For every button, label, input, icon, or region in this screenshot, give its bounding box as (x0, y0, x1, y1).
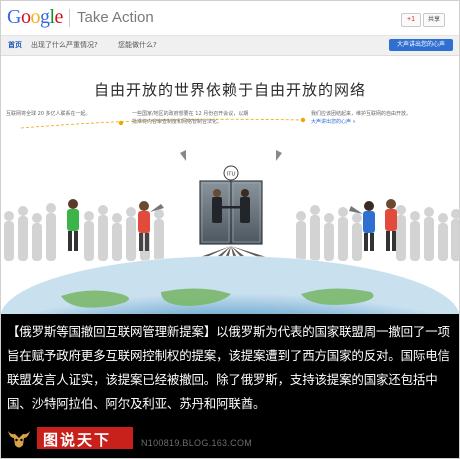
bull-head-icon (8, 431, 30, 448)
timeline-dot (300, 117, 306, 123)
itu-badge-label: ITU (227, 172, 236, 178)
share-button[interactable]: 共享 (423, 13, 445, 27)
hero-title: 自由开放的世界依赖于自由开放的网络 (93, 81, 366, 99)
crowd-right (296, 205, 459, 261)
logo-letter: e (54, 6, 64, 28)
caption-text: 【俄罗斯等国撤回互联网管理新提案】以俄罗斯为代表的国家联盟周一撤回了一项旨在赋予… (7, 324, 450, 411)
google-logo[interactable]: Google (7, 6, 63, 29)
nav-bar: 首页 出现了什么严重情况? 您能做什么? 大声讲出您的心声 (1, 36, 459, 56)
timeline-dot (118, 120, 124, 126)
hero-column-3-text: 我们应该团结起来，维护互联网的自由开放。 (311, 111, 412, 117)
speak-up-link[interactable]: 大声讲出您的心声 » (311, 119, 356, 125)
speak-up-button[interactable]: 大声讲出您的心声 (389, 39, 453, 51)
nav-item-whats-wrong[interactable]: 出现了什么严重情况? (31, 40, 98, 50)
hero-column-1: 互联网将全球 20 多亿人联系在一起。 (6, 111, 91, 117)
brand-logo[interactable]: 图说天下 (37, 427, 133, 449)
footer-bar: 图说天下 N100819.BLOG.163.COM (1, 421, 459, 458)
nav-item-what-you-can-do[interactable]: 您能做什么? (118, 40, 157, 50)
blog-url: N100819.BLOG.163.COM (141, 438, 253, 448)
hero-column-3: 我们应该团结起来，维护互联网的自由开放。大声讲出您的心声 » (311, 110, 411, 126)
megaphone-icon (349, 206, 363, 214)
nav-item-home[interactable]: 首页 (8, 40, 22, 50)
globe (1, 256, 459, 314)
news-caption: 【俄罗斯等国撤回互联网管理新提案】以俄罗斯为代表的国家联盟周一撤回了一项旨在赋予… (1, 314, 459, 421)
header-divider (69, 9, 70, 27)
stage-lights (180, 150, 282, 161)
hero-section: ITU 自由开放的世界依赖于自由开放的网络 互联网将全球 20 多亿人联系在一起… (1, 56, 459, 314)
product-title: Take Action (77, 9, 154, 26)
logo-letter: G (7, 6, 21, 28)
site-header: Google Take Action +1 共享 (1, 1, 459, 36)
hero-column-2: 一些国家/地区的政府想要在 12 月份召开会议，以期批准将内容审查制度和网络管制… (132, 111, 249, 125)
logo-letter: g (39, 6, 50, 28)
logo-letter: o (30, 6, 40, 28)
brand-text: 图说天下 (43, 431, 112, 449)
logo-letter: o (20, 6, 31, 28)
plus-one-button[interactable]: +1 (401, 13, 421, 27)
screenshot-frame: Google Take Action +1 共享 首页 出现了什么严重情况? 您… (0, 0, 460, 459)
